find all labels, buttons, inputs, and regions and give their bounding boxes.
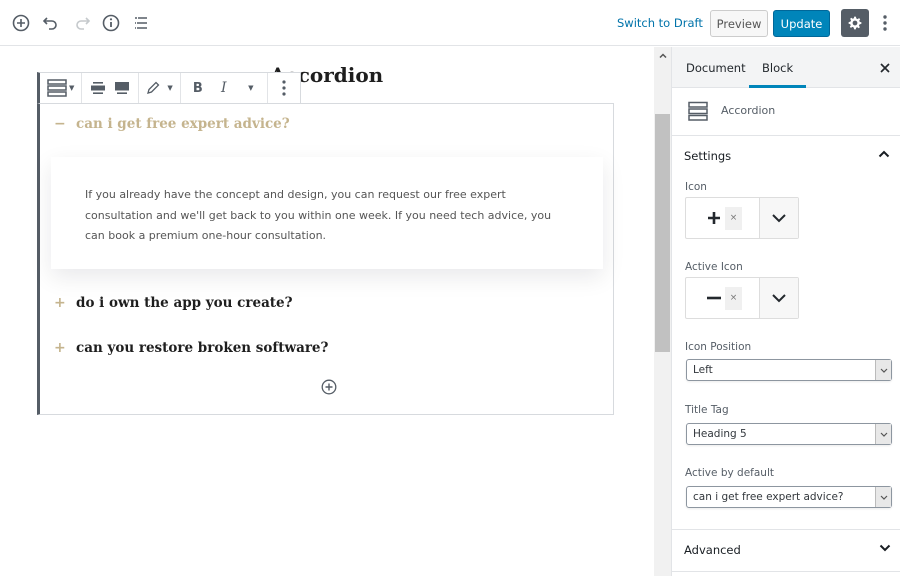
switch-to-draft-link[interactable]: Switch to Draft: [617, 16, 703, 30]
align-wide-button[interactable]: [86, 73, 110, 103]
align-full-button[interactable]: [110, 73, 134, 103]
info-icon[interactable]: [101, 13, 121, 33]
more-options-button[interactable]: [878, 13, 892, 33]
block-card: Accordion: [672, 88, 900, 136]
accordion-item-title[interactable]: + do i own the app you create?: [54, 295, 293, 311]
accordion-item-content[interactable]: If you already have the concept and desi…: [51, 157, 603, 269]
chevron-down-icon: [875, 487, 891, 507]
accordion-title-text: do i own the app you create?: [76, 295, 293, 311]
remove-icon-button[interactable]: ×: [725, 206, 742, 230]
undo-icon[interactable]: [41, 13, 61, 33]
accordion-block-icon: [688, 101, 708, 121]
panel-divider: [672, 571, 900, 572]
active-by-default-value: can i get free expert advice?: [693, 491, 844, 503]
minus-icon: −: [54, 116, 66, 132]
accordion-block-icon: [47, 79, 67, 97]
editor-scrollbar[interactable]: [654, 47, 671, 576]
chevron-down-icon: [875, 360, 891, 380]
settings-button[interactable]: [841, 9, 869, 37]
remove-icon-button[interactable]: ×: [725, 286, 742, 310]
highlight-button[interactable]: ▼: [143, 73, 175, 103]
icon-picker[interactable]: ×: [685, 197, 799, 239]
title-tag-label: Title Tag: [685, 404, 729, 416]
active-by-default-select[interactable]: can i get free expert advice?: [686, 486, 892, 508]
active-icon-label: Active Icon: [685, 261, 743, 273]
scrollbar-thumb[interactable]: [655, 114, 670, 352]
minus-icon: [703, 286, 725, 310]
accordion-block[interactable]: − can i get free expert advice? If you a…: [37, 103, 614, 415]
update-button[interactable]: Update: [773, 10, 830, 37]
scroll-up-button[interactable]: [654, 47, 671, 64]
chevron-up-icon: [658, 53, 667, 58]
gear-icon: [848, 16, 862, 30]
more-formats-button[interactable]: ▼: [237, 73, 263, 103]
italic-button[interactable]: I: [211, 73, 237, 103]
plus-icon: +: [54, 295, 66, 311]
block-more-options-button[interactable]: [272, 73, 296, 103]
chevron-down-icon: [875, 424, 891, 444]
advanced-panel-toggle[interactable]: Advanced: [672, 530, 900, 571]
caret-down-icon: ▼: [248, 84, 254, 92]
icon-label: Icon: [685, 181, 707, 193]
chevron-up-icon: [878, 150, 890, 158]
accordion-item-title[interactable]: − can i get free expert advice?: [54, 116, 290, 132]
chevron-down-icon: [772, 214, 786, 223]
add-accordion-item-button[interactable]: [321, 379, 337, 395]
chevron-down-icon: [879, 544, 891, 552]
align-wide-icon: [91, 82, 106, 94]
settings-sidebar: Document Block Accordion Settings Icon ×…: [671, 47, 900, 576]
align-full-icon: [115, 82, 130, 94]
accordion-title-text: can you restore broken software?: [76, 340, 329, 356]
preview-button[interactable]: Preview: [710, 10, 768, 37]
close-icon: [880, 63, 890, 73]
accordion-item-title[interactable]: + can you restore broken software?: [54, 340, 328, 356]
caret-down-icon: ▼: [69, 84, 75, 92]
icon-position-value: Left: [693, 364, 713, 376]
add-block-icon[interactable]: [11, 13, 31, 33]
editor-header: Switch to Draft Preview Update: [0, 0, 900, 46]
redo-icon[interactable]: [72, 13, 92, 33]
advanced-panel-title: Advanced: [684, 543, 741, 557]
block-type-switcher[interactable]: ▼: [44, 73, 77, 103]
block-toolbar: ▼ ▼ B I ▼: [37, 72, 301, 104]
add-circle-icon: [321, 379, 337, 395]
more-vertical-icon: [883, 15, 887, 31]
settings-panel-toggle[interactable]: Settings: [672, 136, 900, 177]
icon-dropdown-toggle[interactable]: [759, 198, 798, 238]
caret-down-icon: ▼: [167, 84, 173, 92]
chevron-down-icon: [772, 294, 786, 303]
close-sidebar-button[interactable]: [878, 60, 892, 74]
tab-document[interactable]: Document: [673, 47, 759, 88]
accordion-title-text: can i get free expert advice?: [76, 116, 290, 132]
active-by-default-label: Active by default: [685, 467, 774, 479]
settings-panel-title: Settings: [684, 149, 732, 163]
icon-position-label: Icon Position: [685, 341, 752, 353]
icon-position-select[interactable]: Left: [686, 359, 892, 381]
plus-icon: +: [54, 340, 66, 356]
bold-button[interactable]: B: [185, 73, 211, 103]
active-icon-dropdown-toggle[interactable]: [759, 278, 798, 318]
sidebar-tabs: Document Block: [672, 47, 900, 88]
active-icon-picker[interactable]: ×: [685, 277, 799, 319]
tab-block[interactable]: Block: [749, 47, 807, 88]
more-vertical-icon: [282, 80, 286, 96]
editor-canvas: Accordion − can i get free expert advice…: [0, 47, 654, 576]
outline-icon[interactable]: [131, 13, 151, 33]
title-tag-value: Heading 5: [693, 428, 747, 440]
block-card-title: Accordion: [721, 104, 776, 117]
title-tag-select[interactable]: Heading 5: [686, 423, 892, 445]
plus-icon: [703, 206, 725, 230]
pencil-icon: [147, 81, 160, 94]
